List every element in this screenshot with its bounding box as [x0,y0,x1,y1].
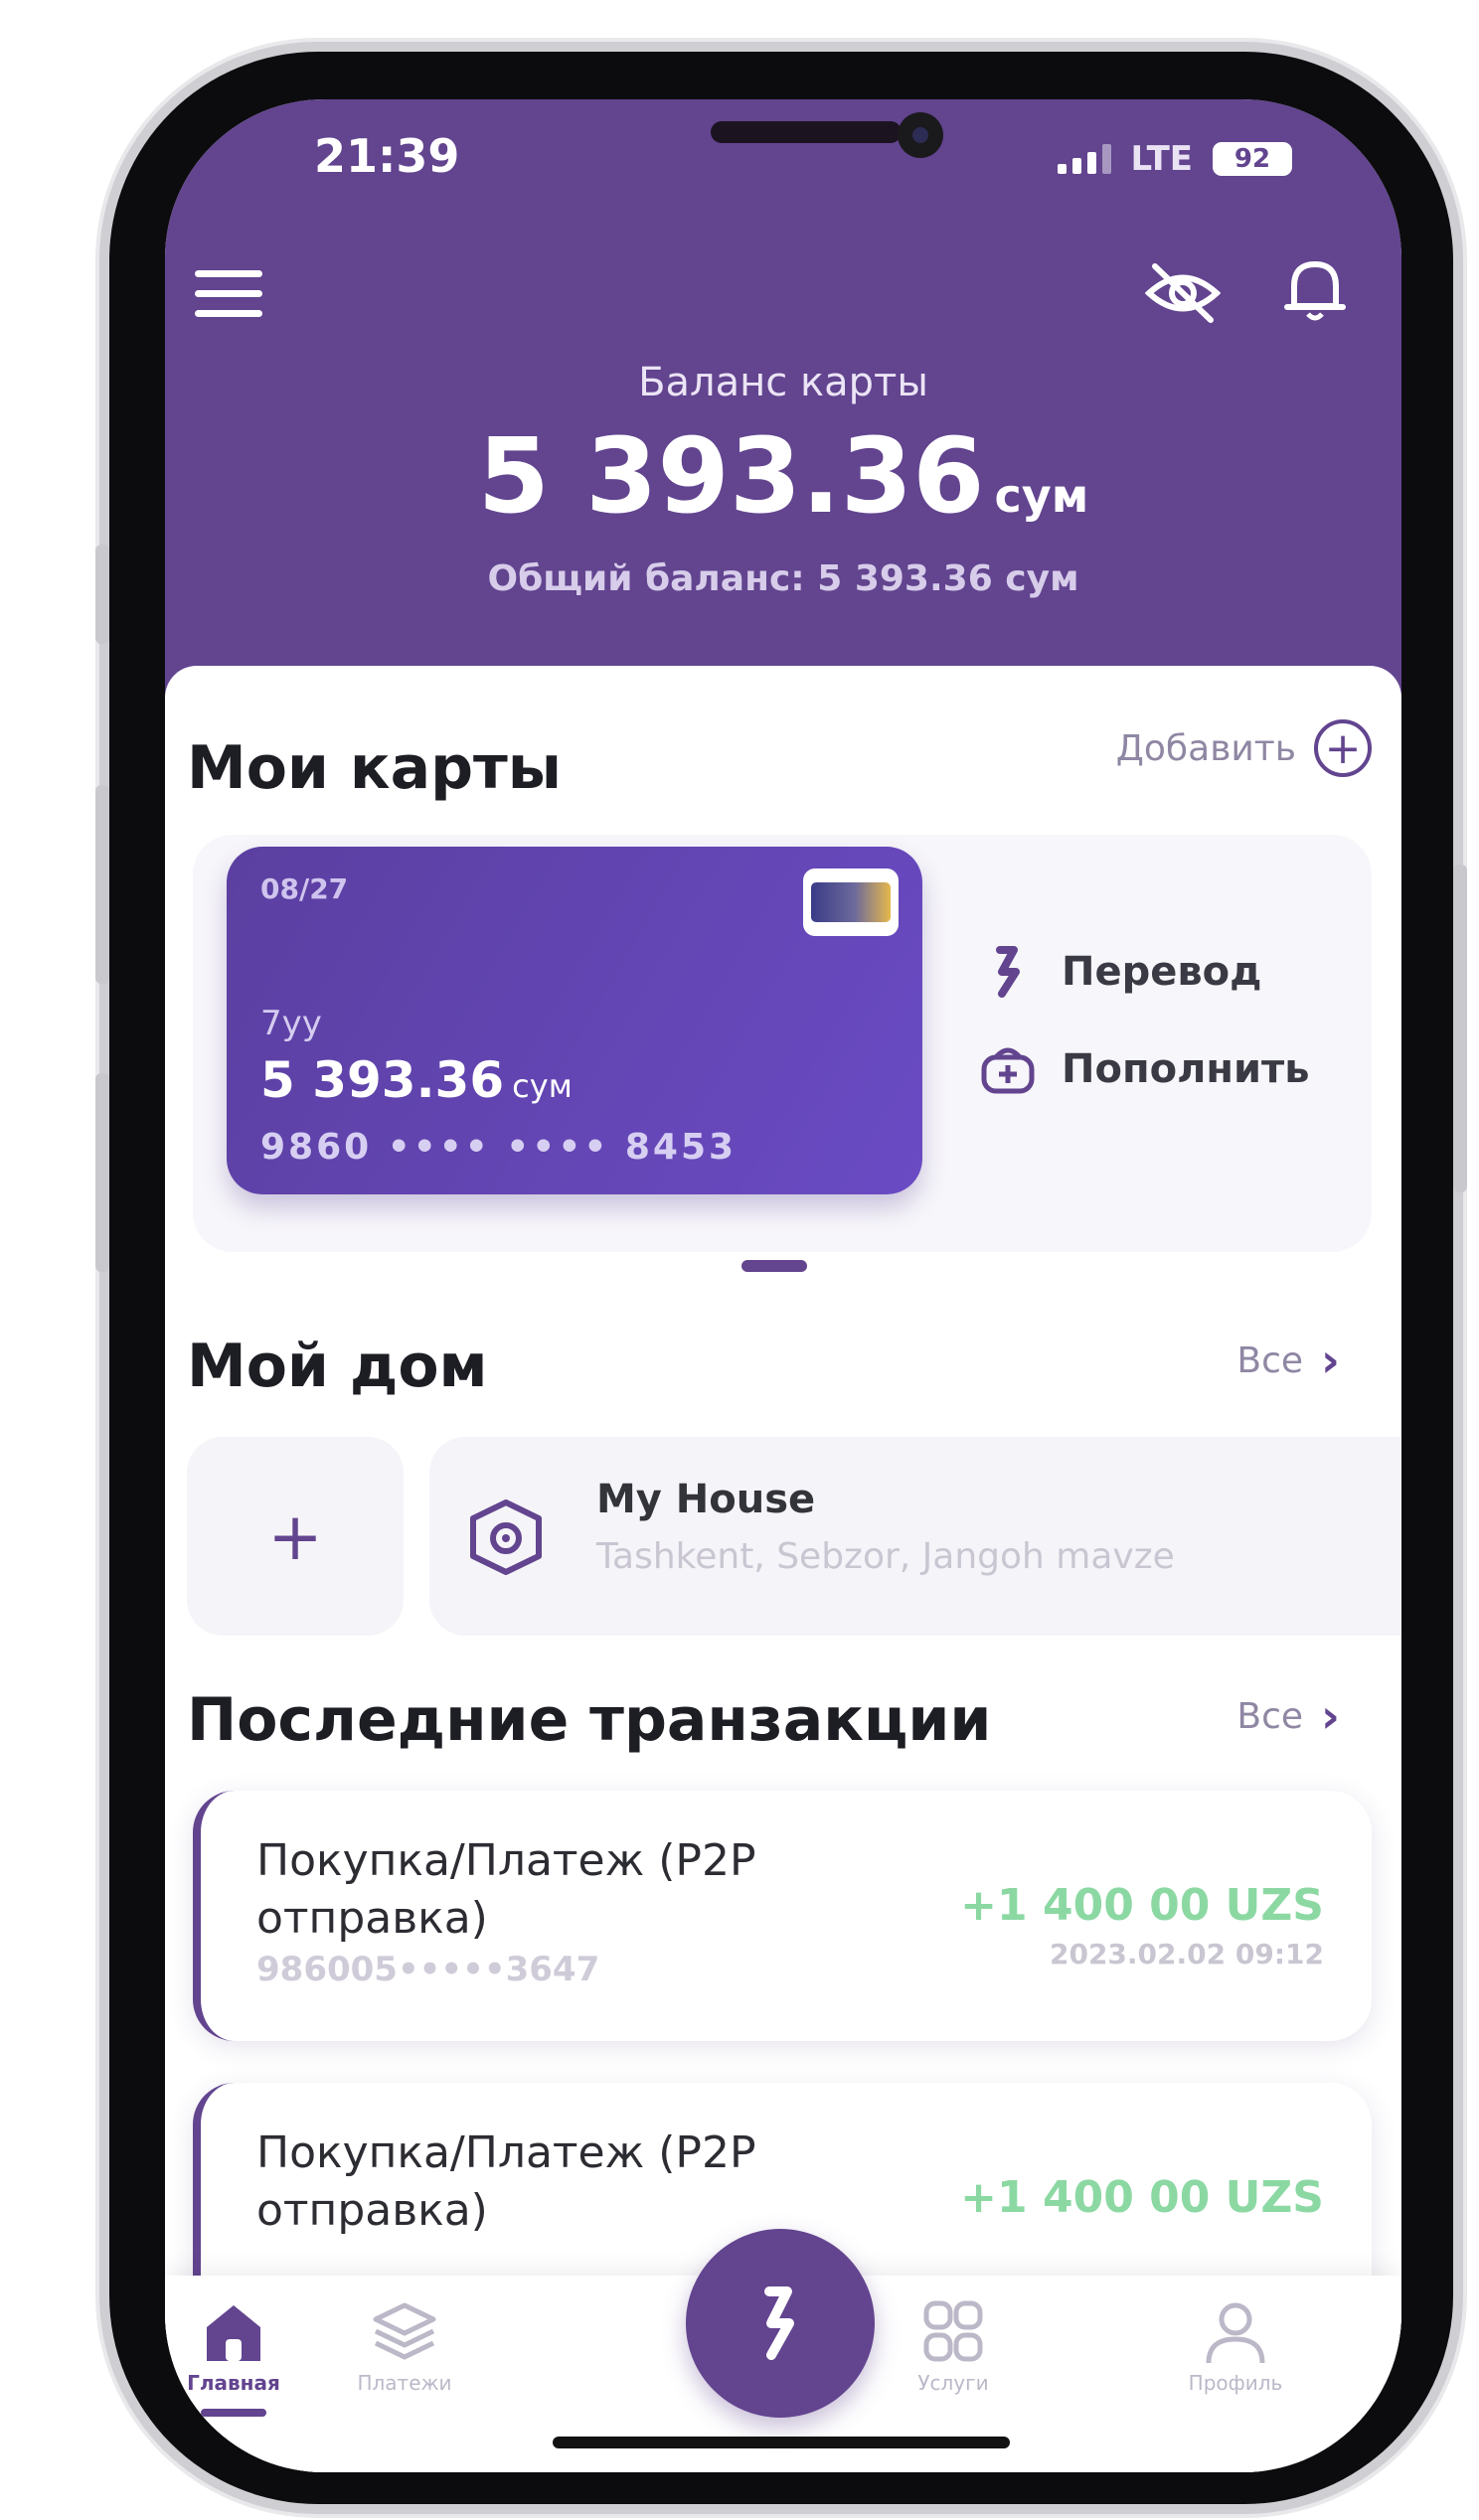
silent-switch [95,545,109,644]
balance-value: 5 393.36 сум [165,415,1401,537]
tab-services-label: Услуги [917,2371,989,2395]
plus-circle-icon: + [1314,719,1372,777]
home-card[interactable]: My House Tashkent, Sebzor, Jangoh mavze [429,1437,1401,1636]
card-name: 7yy [260,1004,322,1043]
power-button [1453,865,1467,1192]
transfer-icon [996,946,1020,998]
my-cards-title: Мои карты [187,733,563,803]
transfer-fab-button[interactable] [686,2229,875,2418]
transactions-title: Последние транзакции [187,1685,992,1755]
user-icon [1206,2302,1265,2364]
card-number: 9860 •••• •••• 8453 [260,1127,738,1168]
my-home-all-link[interactable]: Все › [1236,1334,1340,1387]
tab-profile-label: Профиль [1188,2371,1283,2395]
card-balance-amount: 5 393.36 [260,1051,505,1109]
active-tab-indicator [201,2409,266,2417]
tab-home[interactable]: Главная [165,2299,308,2417]
card-chip-icon [803,868,899,936]
tab-payments[interactable]: Платежи [330,2299,479,2395]
add-home-button[interactable]: + [187,1437,404,1636]
add-home-plus: + [267,1497,323,1575]
transfer-action[interactable]: Перевод [980,944,1261,1000]
add-card-label: Добавить [1115,727,1296,769]
grid-icon [923,2300,983,2362]
tab-home-label: Главная [187,2371,280,2395]
transaction-amount: +1 400 00 UZS [960,1880,1324,1931]
volume-up-button [95,785,109,984]
status-time: 21:39 [314,129,460,183]
transaction-title: Покупка/Платеж (P2P отправка) [256,1835,756,1944]
transfer-label: Перевод [1062,949,1262,995]
home-address: Tashkent, Sebzor, Jangoh mavze [596,1536,1175,1577]
balance-label: Баланс карты [638,360,928,405]
home-indicator[interactable] [553,2437,1010,2448]
menu-icon[interactable] [195,268,266,320]
card-pager-indicator [741,1260,807,1272]
house-icon [470,1499,542,1575]
speaker-grille [711,121,902,143]
tab-profile[interactable]: Профиль [1161,2299,1310,2395]
chevron-right-icon: › [1321,1334,1340,1387]
total-balance: Общий баланс: 5 393.36 сум [487,558,1079,599]
tab-services[interactable]: Услуги [879,2299,1028,2395]
volume-down-button [95,1073,109,1272]
card-expiry: 08/27 [260,872,349,905]
layers-icon [373,2302,436,2360]
transfer-icon [764,2286,794,2360]
hide-balance-icon[interactable] [1145,258,1221,328]
add-card-button[interactable]: Добавить + [1116,719,1372,777]
signal-icon [1057,144,1111,174]
status-indicators: LTE 92 [1057,139,1292,179]
transaction-date: 2023.02.02 09:12 [1049,1938,1324,1970]
bank-card[interactable]: 08/27 7yy 5 393.36 сум 9860 •••• •••• 845… [227,847,922,1194]
transaction-amount: +1 400 00 UZS [960,2172,1324,2223]
my-home-title: Мой дом [187,1332,488,1401]
transaction-title: Покупка/Платеж (P2P отправка) [256,2127,756,2236]
transactions-all-link[interactable]: Все › [1236,1689,1340,1743]
chevron-right-icon: › [1321,1689,1340,1743]
app-screen: 21:39 LTE 92 Баланс карты 5 393.36 сум Об… [165,99,1401,2472]
home-name: My House [596,1477,816,1522]
tab-payments-label: Платежи [357,2371,452,2395]
front-camera [898,112,943,158]
top-up-label: Пополнить [1062,1046,1310,1092]
battery-icon: 92 [1213,142,1292,176]
transactions-all-label: Все [1236,1695,1304,1737]
transaction-card-number: 986005•••••3647 [256,1950,600,1989]
card-balance-currency: сум [512,1067,573,1105]
top-up-icon [981,1047,1035,1094]
network-type: LTE [1130,139,1193,179]
balance-currency: сум [994,469,1089,523]
home-icon [207,2305,260,2361]
card-balance: 5 393.36 сум [260,1051,573,1109]
bell-icon[interactable] [1282,254,1348,326]
balance-amount: 5 393.36 [477,415,985,537]
my-home-all-label: Все [1236,1339,1304,1381]
top-up-action[interactable]: Пополнить [980,1041,1310,1097]
transaction-item[interactable]: Покупка/Платеж (P2P отправка) 986005••••… [193,1791,1372,2041]
battery-level: 92 [1233,144,1271,174]
